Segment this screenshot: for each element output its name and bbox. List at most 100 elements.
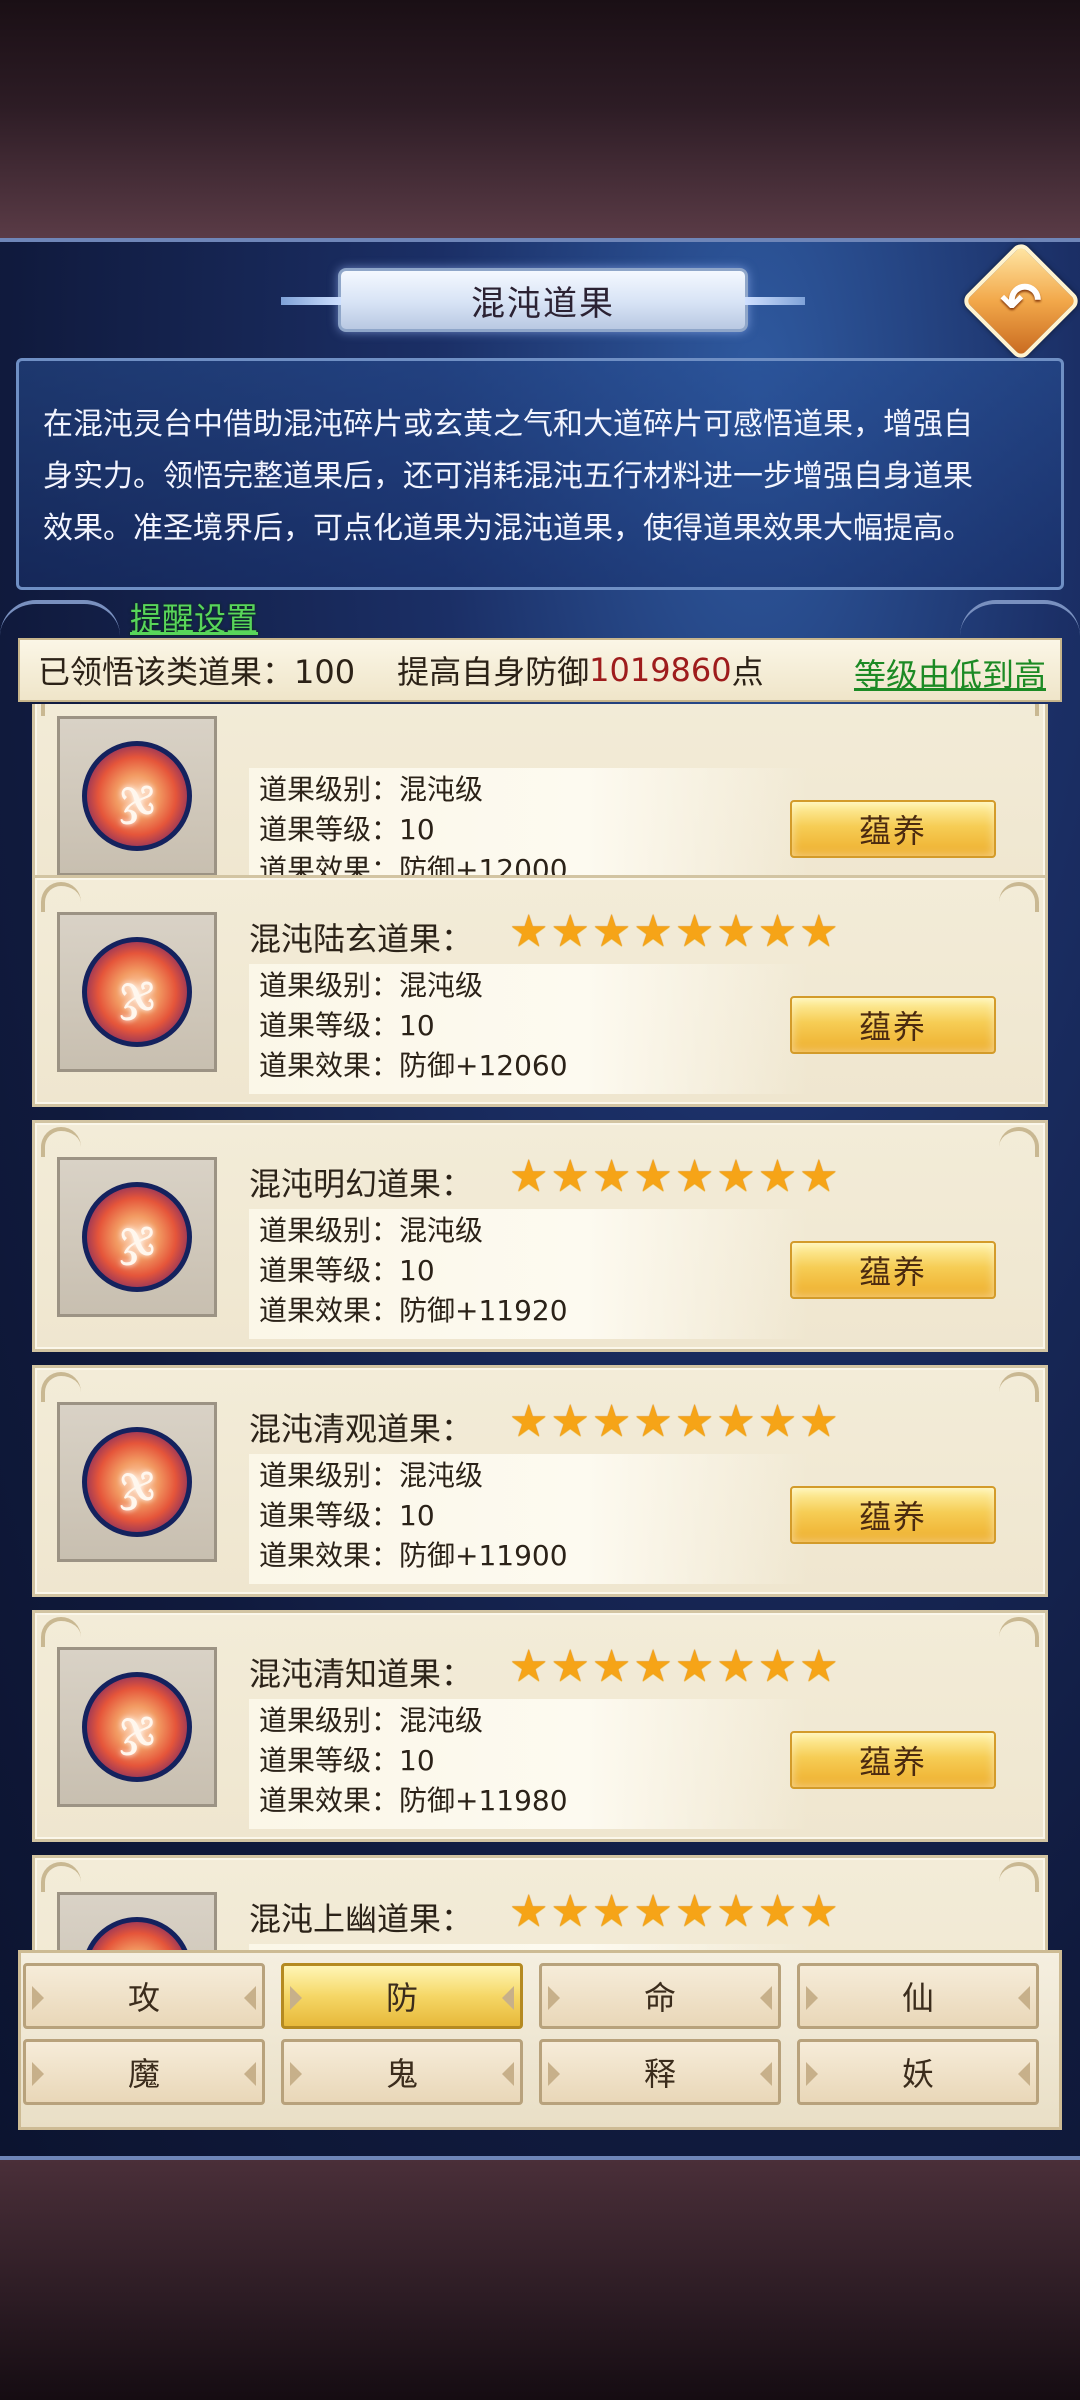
star-icon: ★ [591, 1151, 632, 1202]
tab-label: 仙 [901, 1979, 934, 2017]
star-icon: ★ [674, 1396, 715, 1447]
star-icon: ★ [674, 1641, 715, 1692]
summary-count: 已领悟该类道果：100 [38, 653, 356, 691]
summary-bonus-value: 1019860 [589, 651, 732, 689]
star-rating: ★ ★ ★ ★ ★ ★ ★ ★ [509, 1888, 839, 1936]
tab-ornament-left [806, 2062, 818, 2086]
category-tab[interactable]: 攻 [23, 1963, 265, 2029]
sort-order-toggle[interactable]: 等级由低到高 [854, 650, 1046, 696]
card-corner-ornament [41, 1127, 81, 1157]
chaos-orb-icon: ჯ [82, 1182, 192, 1292]
tab-label: 防 [385, 1979, 418, 2017]
fruit-icon-frame[interactable]: ჯ [57, 716, 217, 876]
fruit-icon-frame[interactable]: ჯ [57, 1647, 217, 1807]
chaos-orb-icon: ჯ [82, 741, 192, 851]
nurture-button[interactable]: 蕴养 [790, 1241, 996, 1299]
card-corner-ornament [999, 1372, 1039, 1402]
fruit-list[interactable]: ჯ ★★★★★★★★ 道果级别：混沌级 道果等级：10 道果效果：防御+1200… [30, 704, 1050, 1950]
fruit-details: 道果级别：混沌级 道果等级：10 道果效果：防御+11980 [249, 1699, 809, 1829]
category-tab[interactable]: 防 [281, 1963, 523, 2029]
star-icon: ★ [799, 1886, 839, 1937]
nurture-button[interactable]: 蕴养 [790, 1486, 996, 1544]
star-icon: ★ [591, 1396, 632, 1447]
reminder-settings-link[interactable]: 提醒设置 [130, 594, 258, 640]
star-icon: ★ [550, 1396, 590, 1447]
tab-ornament-left [290, 1986, 302, 2010]
fruit-icon-frame[interactable]: ჯ [57, 912, 217, 1072]
star-icon: ★ [757, 1641, 798, 1692]
filigree-left [0, 600, 120, 636]
star-icon: ★ [716, 1886, 756, 1937]
category-tab[interactable]: 命 [539, 1963, 781, 2029]
summary-bar: 已领悟该类道果：100 提高自身防御 1019860 点 等级由低到高 [18, 638, 1062, 702]
fruit-name: 混沌明幻道果： [249, 1165, 474, 1203]
back-arrow-icon: ↶ [1000, 272, 1042, 330]
star-rating: ★ ★ ★ ★ ★ ★ ★ ★ [509, 1153, 839, 1201]
card-corner-ornament [41, 1617, 81, 1647]
star-icon: ★ [550, 1641, 590, 1692]
summary-bonus-prefix: 提高自身防御 [397, 653, 590, 691]
star-icon: ★ [799, 1641, 839, 1692]
star-icon: ★ [716, 1396, 756, 1447]
tab-label: 魔 [127, 2055, 160, 2093]
category-tab[interactable]: 妖 [797, 2039, 1039, 2105]
fruit-icon-frame[interactable]: ჯ [57, 1402, 217, 1562]
fruit-card: ჯ 混沌清知道果： ★ ★ ★ ★ ★ ★ ★ ★ 道果级别：混沌级 道果等级：10 道果效果… [32, 1610, 1048, 1842]
fruit-icon-frame[interactable]: ჯ [57, 1892, 217, 1950]
description-box: 在混沌灵台中借助混沌碎片或玄黄之气和大道碎片可感悟道果，增强自 身实力。领悟完整… [16, 358, 1064, 590]
star-rating: ★ ★ ★ ★ ★ ★ ★ ★ [509, 908, 839, 956]
nurture-button[interactable]: 蕴养 [790, 1731, 996, 1789]
tab-ornament-right [502, 1986, 514, 2010]
star-icon: ★ [633, 1886, 673, 1937]
card-corner-ornament [41, 882, 81, 912]
chaos-orb-icon: ჯ [82, 1917, 192, 1950]
fruit-card: ჯ 混沌上幽道果： ★★★★★★★★ 道果级别：混沌级 [32, 1855, 1048, 1950]
star-rating: ★ ★ ★ ★ ★ ★ ★ ★ [509, 1398, 839, 1446]
tab-label: 妖 [901, 2055, 934, 2093]
category-tab[interactable]: 释 [539, 2039, 781, 2105]
star-icon: ★ [799, 1396, 839, 1447]
star-icon: ★ [633, 1151, 673, 1202]
category-tab[interactable]: 鬼 [281, 2039, 523, 2105]
star-icon: ★ [509, 1151, 549, 1202]
description-line-2: 身实力。领悟完整道果后，还可消耗混沌五行材料进一步增强自身道果 [43, 459, 973, 494]
fruit-effect: 道果效果：防御+12060 [259, 1049, 568, 1082]
category-tab[interactable]: 仙 [797, 1963, 1039, 2029]
fruit-level-kind: 道果级别：混沌级 [259, 1704, 484, 1737]
nurture-button[interactable]: 蕴养 [790, 996, 996, 1054]
star-icon: ★ [633, 1396, 673, 1447]
title-plate: 混沌道果 [281, 268, 748, 332]
card-corner-ornament [999, 1862, 1039, 1892]
fruit-icon-frame[interactable]: ჯ [57, 1157, 217, 1317]
tab-ornament-left [290, 2062, 302, 2086]
tab-ornament-right [244, 2062, 256, 2086]
star-icon: ★ [757, 1886, 798, 1937]
fruit-level: 道果等级：10 [259, 1009, 435, 1042]
chaos-orb-icon: ჯ [82, 1427, 192, 1537]
card-corner-ornament [999, 1127, 1039, 1157]
fruit-name: 混沌陆玄道果： [249, 920, 474, 958]
description-line-1: 在混沌灵台中借助混沌碎片或玄黄之气和大道碎片可感悟道果，增强自 [43, 407, 973, 442]
top-background [0, 0, 1080, 238]
fruit-level: 道果等级：10 [259, 1254, 435, 1287]
star-icon: ★ [799, 906, 839, 957]
chaos-orb-icon: ჯ [82, 937, 192, 1047]
fruit-effect: 道果效果：防御+11980 [259, 1784, 568, 1817]
card-corner-ornament [41, 1372, 81, 1402]
fruit-details: 道果级别：混沌级 道果等级：10 道果效果：防御+11920 [249, 1209, 809, 1339]
star-icon: ★ [591, 1886, 632, 1937]
star-icon: ★ [509, 906, 549, 957]
tab-ornament-right [760, 2062, 772, 2086]
card-corner-ornament [41, 1862, 81, 1892]
fruit-card: ჯ 混沌明幻道果： ★ ★ ★ ★ ★ ★ ★ ★ 道果级别：混沌级 道果等级：10 道果效果… [32, 1120, 1048, 1352]
fruit-card: ჯ 混沌清观道果： ★ ★ ★ ★ ★ ★ ★ ★ 道果级别：混沌级 道果等级：10 道果效果… [32, 1365, 1048, 1597]
fruit-card: ჯ 混沌陆玄道果： ★ ★ ★ ★ ★ ★ ★ ★ 道果级别：混沌级 道果等级：10 道果效果… [32, 875, 1048, 1107]
star-icon: ★ [550, 906, 590, 957]
star-icon: ★ [799, 1151, 839, 1202]
tab-ornament-left [32, 1986, 44, 2010]
category-tab[interactable]: 魔 [23, 2039, 265, 2105]
tab-ornament-left [548, 1986, 560, 2010]
page-title: 混沌道果 [471, 283, 615, 324]
nurture-button[interactable]: 蕴养 [790, 800, 996, 858]
star-icon: ★ [674, 1886, 715, 1937]
